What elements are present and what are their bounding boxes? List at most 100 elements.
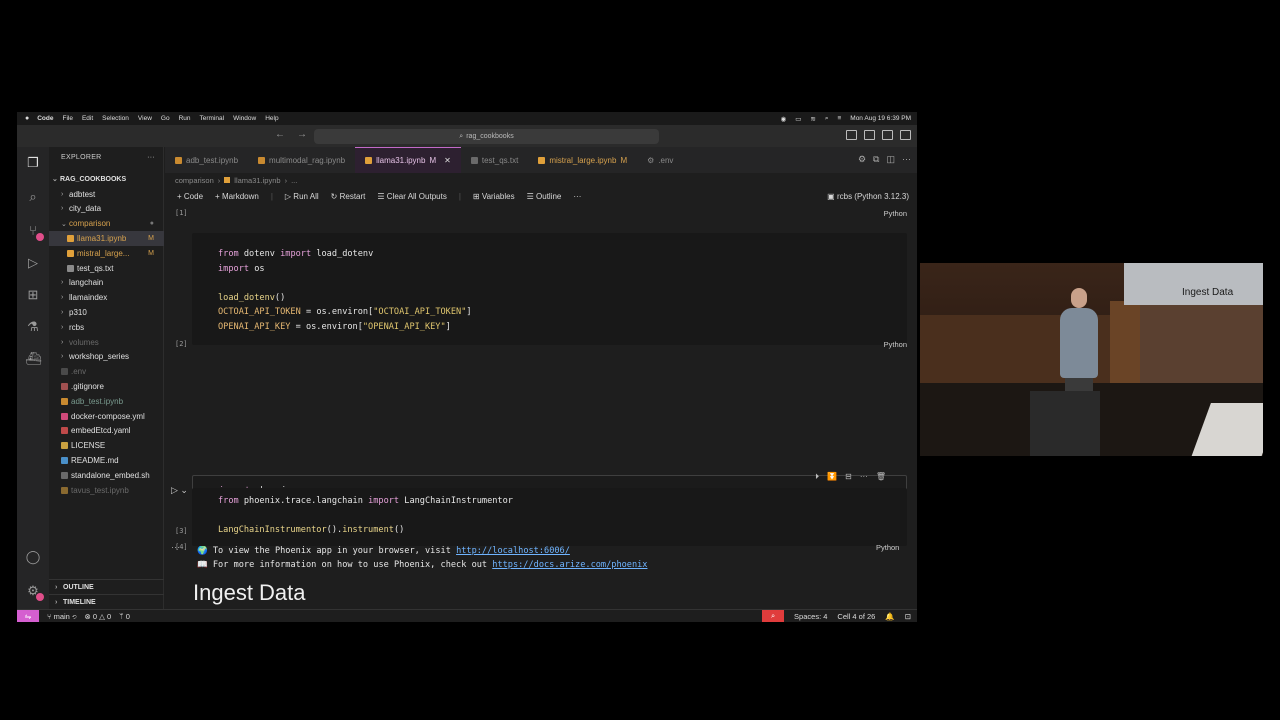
cell-language[interactable]: Python bbox=[884, 209, 907, 218]
execute-below-icon[interactable]: ⏬ bbox=[827, 472, 837, 482]
tree-file[interactable]: tavus_test.ipynb bbox=[49, 483, 164, 498]
tree-folder[interactable]: › llamaindex bbox=[49, 290, 164, 305]
tree-folder[interactable]: › city_data bbox=[49, 202, 164, 217]
search-icon[interactable]: ⌕ bbox=[25, 189, 41, 205]
problems-status[interactable]: ⊗ 0 △ 0 bbox=[84, 612, 111, 621]
tree-file[interactable]: adb_test.ipynb bbox=[49, 394, 164, 409]
tab-llama31[interactable]: llama31.ipynb M ✕ bbox=[355, 147, 461, 173]
output-link[interactable]: http://localhost:6006/ bbox=[456, 546, 570, 556]
menu-app[interactable]: Code bbox=[37, 115, 53, 122]
tree-folder[interactable]: ⌄ comparison ● bbox=[49, 216, 164, 231]
execute-above-icon[interactable]: ⏵ bbox=[815, 472, 819, 482]
tab-env[interactable]: ⚙ .env bbox=[637, 147, 683, 173]
bell-icon[interactable]: 🔔 bbox=[885, 612, 894, 621]
ports-status[interactable]: ᛘ 0 bbox=[119, 612, 130, 621]
menu-view[interactable]: View bbox=[138, 115, 152, 122]
tree-file[interactable]: .gitignore bbox=[49, 379, 164, 394]
back-arrow-icon[interactable]: ← bbox=[275, 129, 285, 140]
run-all-button[interactable]: ▷ Run All bbox=[285, 192, 319, 201]
tree-file[interactable]: README.md bbox=[49, 453, 164, 468]
code-cell-4[interactable]: from phoenix.trace.langchain import Lang… bbox=[192, 488, 907, 546]
menu-window[interactable]: Window bbox=[233, 115, 256, 122]
tab-test-qs[interactable]: test_qs.txt bbox=[461, 147, 528, 173]
breadcrumb-folder[interactable]: comparison bbox=[175, 176, 214, 185]
tree-file[interactable]: embedEtcd.yaml bbox=[49, 424, 164, 439]
settings-sync-icon[interactable]: ⚙ bbox=[858, 154, 866, 165]
cell-position-status[interactable]: Cell 4 of 26 bbox=[837, 612, 875, 621]
search-alert-icon[interactable]: ⌕ bbox=[762, 609, 785, 622]
more-actions-icon[interactable]: ··· bbox=[147, 154, 155, 161]
close-icon[interactable]: ✕ bbox=[444, 156, 451, 165]
menu-run[interactable]: Run bbox=[179, 115, 191, 122]
record-icon[interactable]: ◉ bbox=[781, 115, 787, 123]
testing-icon[interactable]: ⚗ bbox=[25, 319, 41, 335]
toggle-sidebar-icon[interactable] bbox=[846, 130, 857, 140]
variables-button[interactable]: ⊞ Variables bbox=[473, 192, 515, 201]
clear-outputs-button[interactable]: ☰ Clear All Outputs bbox=[377, 192, 446, 201]
battery-icon[interactable]: ▭ bbox=[795, 115, 801, 123]
outline-button[interactable]: ☰ Outline bbox=[527, 192, 562, 201]
toggle-secondary-sidebar-icon[interactable] bbox=[882, 130, 893, 140]
more-actions-icon[interactable]: ··· bbox=[573, 192, 581, 201]
tree-folder[interactable]: › workshop_series bbox=[49, 350, 164, 365]
command-center[interactable]: ⌕ rag_cookbooks bbox=[314, 129, 659, 144]
add-markdown-button[interactable]: + Markdown bbox=[215, 192, 259, 201]
tab-adb-test[interactable]: adb_test.ipynb bbox=[165, 147, 248, 173]
toggle-panel-icon[interactable] bbox=[864, 130, 875, 140]
forward-arrow-icon[interactable]: → bbox=[297, 129, 307, 140]
outline-panel[interactable]: › OUTLINE bbox=[49, 579, 164, 594]
tree-folder[interactable]: › p310 bbox=[49, 305, 164, 320]
tab-multimodal-rag[interactable]: multimodal_rag.ipynb bbox=[248, 147, 355, 173]
open-changes-icon[interactable]: ⧉ bbox=[873, 154, 879, 165]
menu-file[interactable]: File bbox=[62, 115, 72, 122]
wifi-icon[interactable]: ≋ bbox=[810, 115, 815, 123]
markdown-heading[interactable]: Ingest Data bbox=[193, 580, 306, 606]
apple-icon[interactable]: ● bbox=[25, 115, 29, 122]
menu-selection[interactable]: Selection bbox=[102, 115, 129, 122]
run-cell-button[interactable]: ▷ ⌄ bbox=[171, 485, 188, 496]
explorer-icon[interactable]: ❐ bbox=[25, 155, 41, 171]
tab-mistral-large[interactable]: mistral_large.ipynb M bbox=[528, 147, 637, 173]
tree-folder[interactable]: › volumes bbox=[49, 335, 164, 350]
remote-indicator-icon[interactable]: ⇋ bbox=[17, 609, 39, 622]
customize-layout-icon[interactable] bbox=[900, 130, 911, 140]
split-cell-icon[interactable]: ⊟ bbox=[845, 472, 852, 482]
tree-file[interactable]: test_qs.txt bbox=[49, 261, 164, 276]
workspace-root[interactable]: ⌄ RAG_COOKBOOKS bbox=[49, 172, 164, 187]
tree-file[interactable]: mistral_large... M bbox=[49, 246, 164, 261]
delete-icon[interactable]: 🗑 bbox=[876, 472, 886, 482]
split-editor-icon[interactable]: ◫ bbox=[886, 154, 895, 165]
menu-edit[interactable]: Edit bbox=[82, 115, 93, 122]
search-icon[interactable]: ⌕ bbox=[825, 115, 829, 123]
breadcrumb-file[interactable]: llama31.ipynb bbox=[234, 176, 280, 185]
timeline-panel[interactable]: › TIMELINE bbox=[49, 594, 164, 609]
tree-folder[interactable]: › rcbs bbox=[49, 320, 164, 335]
breadcrumb-symbol[interactable]: ... bbox=[291, 176, 297, 185]
add-code-button[interactable]: + Code bbox=[177, 192, 203, 201]
run-debug-icon[interactable]: ▷ bbox=[25, 255, 41, 271]
more-actions-icon[interactable]: ··· bbox=[902, 154, 911, 165]
output-link[interactable]: https://docs.arize.com/phoenix bbox=[492, 560, 647, 570]
cell-language[interactable]: Python bbox=[884, 340, 907, 349]
tree-file[interactable]: standalone_embed.sh bbox=[49, 468, 164, 483]
cell-code[interactable]: from dotenv import load_dotenv import os… bbox=[218, 247, 472, 334]
notifications-icon[interactable]: ⊡ bbox=[905, 612, 911, 621]
kernel-picker[interactable]: ▣ rcbs (Python 3.12.3) bbox=[827, 192, 909, 201]
restart-button[interactable]: ↻ Restart bbox=[331, 192, 366, 201]
more-actions-icon[interactable]: ··· bbox=[860, 472, 868, 482]
indentation-status[interactable]: Spaces: 4 bbox=[794, 612, 827, 621]
cell-code[interactable]: from phoenix.trace.langchain import Lang… bbox=[218, 494, 513, 538]
menu-go[interactable]: Go bbox=[161, 115, 170, 122]
tree-folder[interactable]: › langchain bbox=[49, 276, 164, 291]
tree-folder[interactable]: › adbtest bbox=[49, 187, 164, 202]
tree-file[interactable]: docker-compose.yml bbox=[49, 409, 164, 424]
menu-help[interactable]: Help bbox=[265, 115, 278, 122]
tree-file-active[interactable]: llama31.ipynb M bbox=[49, 231, 164, 246]
branch-status[interactable]: ⑂ main ⟲ bbox=[47, 612, 76, 621]
menu-terminal[interactable]: Terminal bbox=[200, 115, 225, 122]
tree-file[interactable]: .env bbox=[49, 364, 164, 379]
control-center-icon[interactable]: ≡ bbox=[837, 115, 841, 122]
extensions-icon[interactable]: ⊞ bbox=[25, 287, 41, 303]
tree-file[interactable]: LICENSE bbox=[49, 438, 164, 453]
code-cell-2[interactable]: from dotenv import load_dotenv import os… bbox=[192, 233, 907, 345]
